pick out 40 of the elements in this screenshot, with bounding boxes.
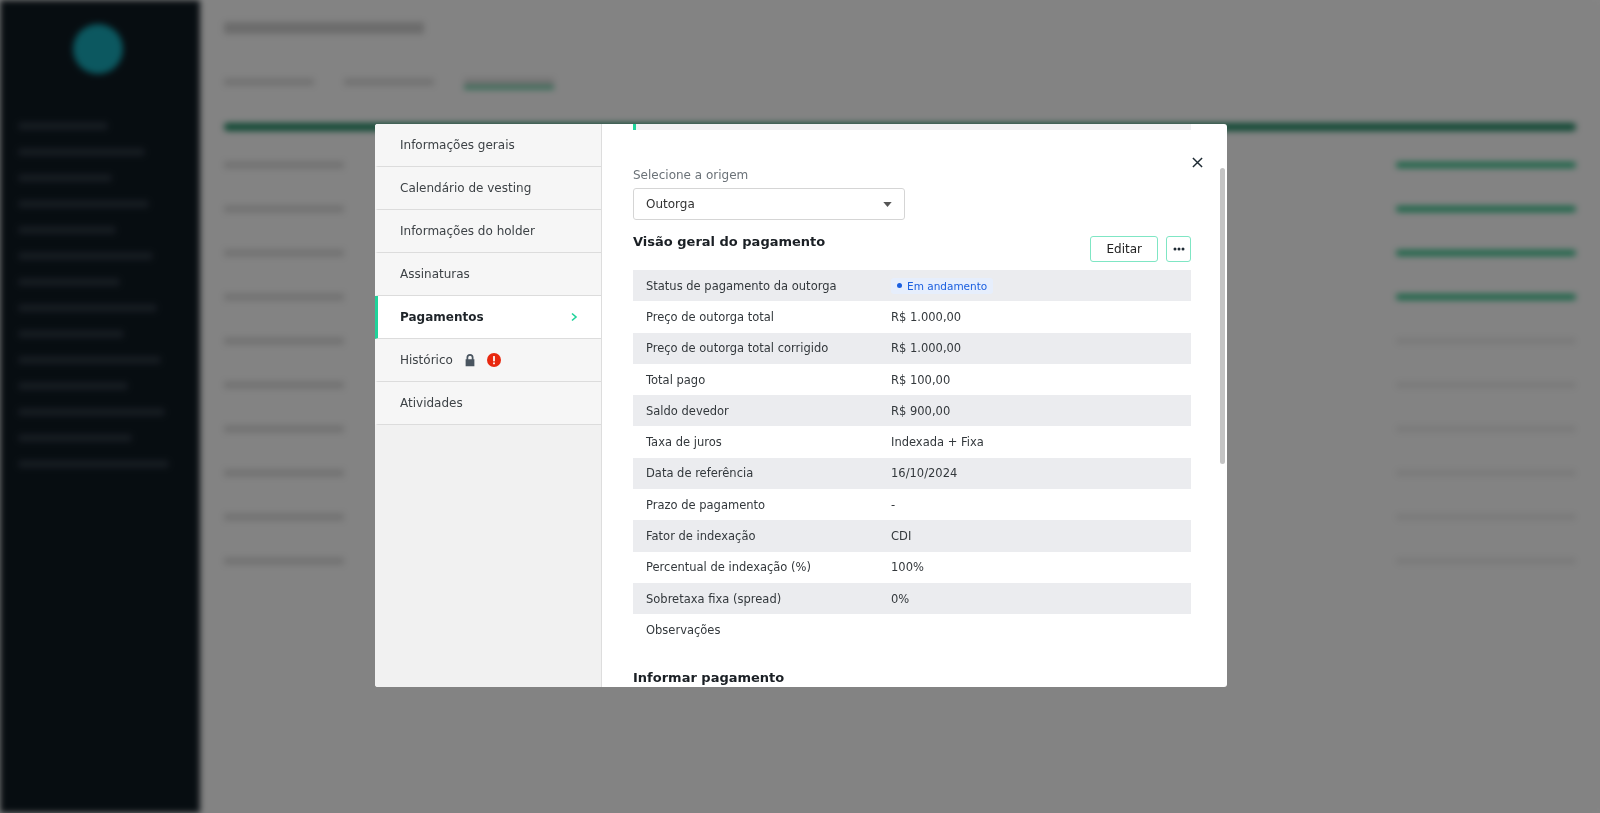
row-value: R$ 1.000,00 xyxy=(891,341,962,356)
row-value: 100% xyxy=(891,560,924,575)
origin-dropdown[interactable]: Outorga xyxy=(633,188,905,220)
row-label: Data de referência xyxy=(646,466,755,481)
row-value: CDI xyxy=(891,529,912,543)
chevron-right-icon xyxy=(569,312,579,322)
section-title: Visão geral do pagamento xyxy=(633,234,826,249)
row-label: Prazo de pagamento xyxy=(646,497,767,512)
sidebar-tab[interactable]: Histórico xyxy=(375,339,601,382)
sidebar-tab[interactable]: Informações gerais xyxy=(375,124,601,167)
row-label: Saldo devedor xyxy=(646,403,730,418)
row-label: Total pago xyxy=(646,372,707,387)
field-label: Selecione a origem xyxy=(633,168,750,182)
row-label: Preço de outorga total corrigido xyxy=(646,341,830,356)
row-label: Sobretaxa fixa (spread) xyxy=(646,591,783,606)
sidebar-tab[interactable]: Informações do holder xyxy=(375,210,601,253)
section-title: Informar pagamento xyxy=(633,669,786,685)
row-label: Observações xyxy=(646,622,722,637)
more-button[interactable] xyxy=(1166,236,1191,262)
row-label: Taxa de juros xyxy=(646,435,723,450)
sidebar-tab[interactable]: Atividades xyxy=(375,382,601,425)
row-label: Percentual de indexação (%) xyxy=(646,560,812,575)
row-label: Status de pagamento da outorga xyxy=(646,278,838,293)
row-value: R$ 100,00 xyxy=(891,372,951,387)
edit-button[interactable]: Editar xyxy=(1090,236,1158,262)
row-value: - xyxy=(891,497,896,512)
row-value: R$ 900,00 xyxy=(891,403,951,418)
sidebar-tab[interactable]: Calendário de vesting xyxy=(375,167,601,210)
row-value: Indexada + Fixa xyxy=(891,435,984,450)
status-text: Em andamento xyxy=(907,279,988,292)
row-value: R$ 1.000,00 xyxy=(891,309,962,324)
sidebar-tab[interactable]: Pagamentos xyxy=(375,296,601,339)
scrollbar[interactable] xyxy=(1220,168,1225,464)
row-value: 0% xyxy=(891,591,910,606)
caret-icon xyxy=(883,201,892,207)
row-value: 16/10/2024 xyxy=(891,466,958,481)
row-label: Preço de outorga total xyxy=(646,309,776,324)
sidebar-tab[interactable]: Assinaturas xyxy=(375,253,601,296)
row-label: Fator de indexação xyxy=(646,529,757,543)
more-icon xyxy=(1172,247,1185,251)
